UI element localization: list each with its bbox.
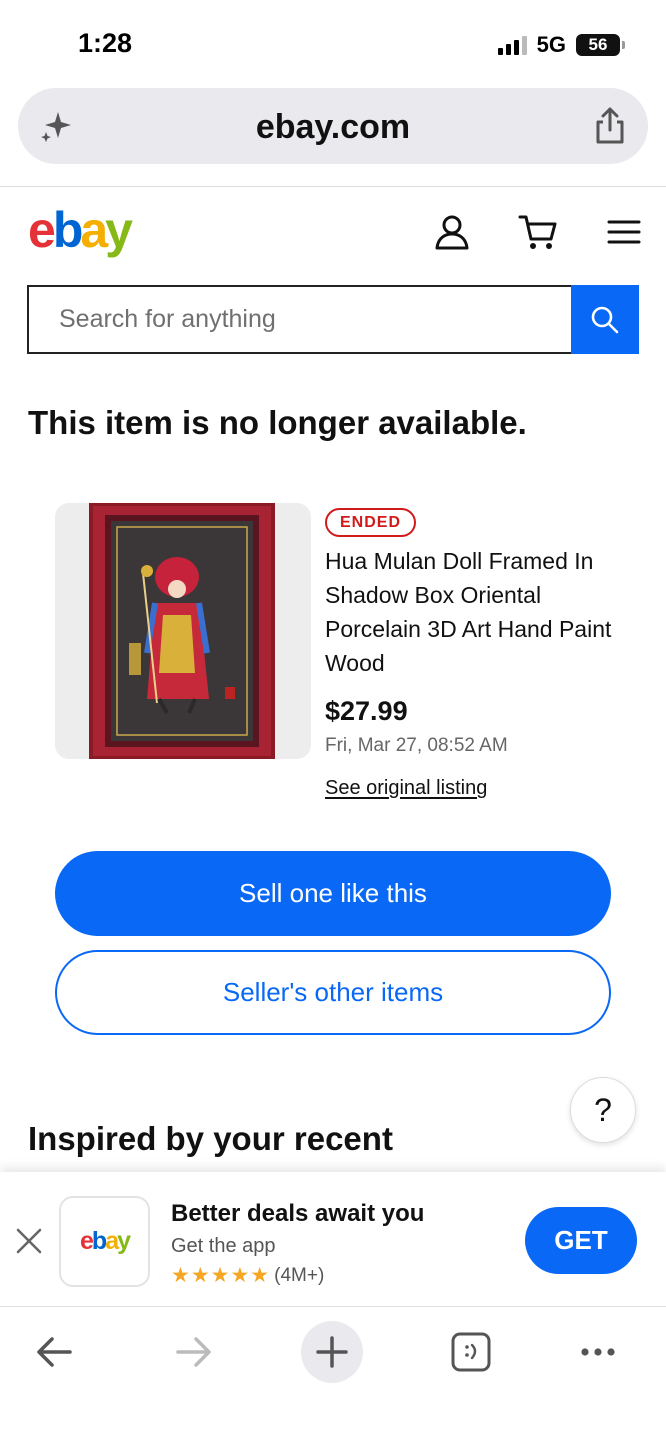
help-button[interactable]: ?	[570, 1077, 636, 1143]
forward-arrow-icon	[176, 1337, 211, 1367]
tabs-icon	[451, 1332, 491, 1372]
banner-subtitle: Get the app	[171, 1235, 276, 1257]
back-button[interactable]	[23, 1321, 85, 1383]
ended-badge: ENDED	[325, 508, 417, 537]
rating-count: (4M+)	[274, 1264, 325, 1286]
browser-toolbar	[0, 1307, 666, 1440]
see-original-listing-link[interactable]: See original listing	[325, 777, 487, 800]
cart-icon[interactable]	[518, 212, 558, 252]
status-time: 1:28	[78, 28, 133, 58]
search-bar	[27, 285, 639, 354]
status-indicators: 5G 56	[497, 32, 625, 58]
get-app-button[interactable]: GET	[525, 1207, 637, 1274]
more-icon	[581, 1348, 615, 1356]
plus-icon	[316, 1336, 348, 1368]
sellers-other-items-button[interactable]: Seller's other items	[55, 950, 611, 1035]
more-button[interactable]	[567, 1321, 629, 1383]
app-rating: ★★★★★ (4M+)	[171, 1263, 324, 1288]
page-title: This item is no longer available.	[28, 404, 527, 441]
url-text[interactable]: ebay.com	[18, 108, 648, 147]
new-tab-button[interactable]	[301, 1321, 363, 1383]
search-input[interactable]	[27, 285, 571, 354]
item-end-date: Fri, Mar 27, 08:52 AM	[325, 735, 508, 756]
battery-icon: 56	[576, 34, 625, 56]
banner-title: Better deals await you	[171, 1200, 425, 1227]
item-image[interactable]	[55, 503, 311, 759]
account-icon[interactable]	[432, 212, 472, 252]
star-rating-icon: ★★★★★	[171, 1264, 271, 1287]
divider	[0, 186, 666, 187]
address-bar[interactable]: ebay.com	[18, 88, 648, 164]
item-photo	[89, 503, 275, 759]
search-button[interactable]	[571, 285, 639, 354]
network-type: 5G	[536, 32, 566, 57]
app-icon[interactable]: ebay	[59, 1196, 150, 1287]
menu-icon[interactable]	[604, 212, 644, 252]
item-title[interactable]: Hua Mulan Doll Framed In Shadow Box Orie…	[325, 544, 625, 680]
app-icon-logo: ebay	[80, 1227, 131, 1255]
recommendations-heading: Inspired by your recent	[28, 1120, 393, 1157]
battery-level: 56	[588, 35, 608, 54]
sell-one-like-this-button[interactable]: Sell one like this	[55, 851, 611, 936]
app-install-banner: ebay Better deals await you Get the app …	[0, 1172, 666, 1306]
ebay-logo[interactable]: ebay	[28, 200, 133, 260]
item-price: $27.99	[325, 696, 408, 726]
tabs-button[interactable]	[440, 1321, 502, 1383]
status-bar: 1:28 5G 56	[0, 0, 666, 80]
close-icon[interactable]	[14, 1226, 44, 1256]
back-arrow-icon	[37, 1337, 72, 1367]
search-icon	[591, 306, 619, 333]
forward-button[interactable]	[163, 1321, 225, 1383]
signal-icon	[497, 35, 527, 55]
share-icon[interactable]	[592, 106, 628, 146]
